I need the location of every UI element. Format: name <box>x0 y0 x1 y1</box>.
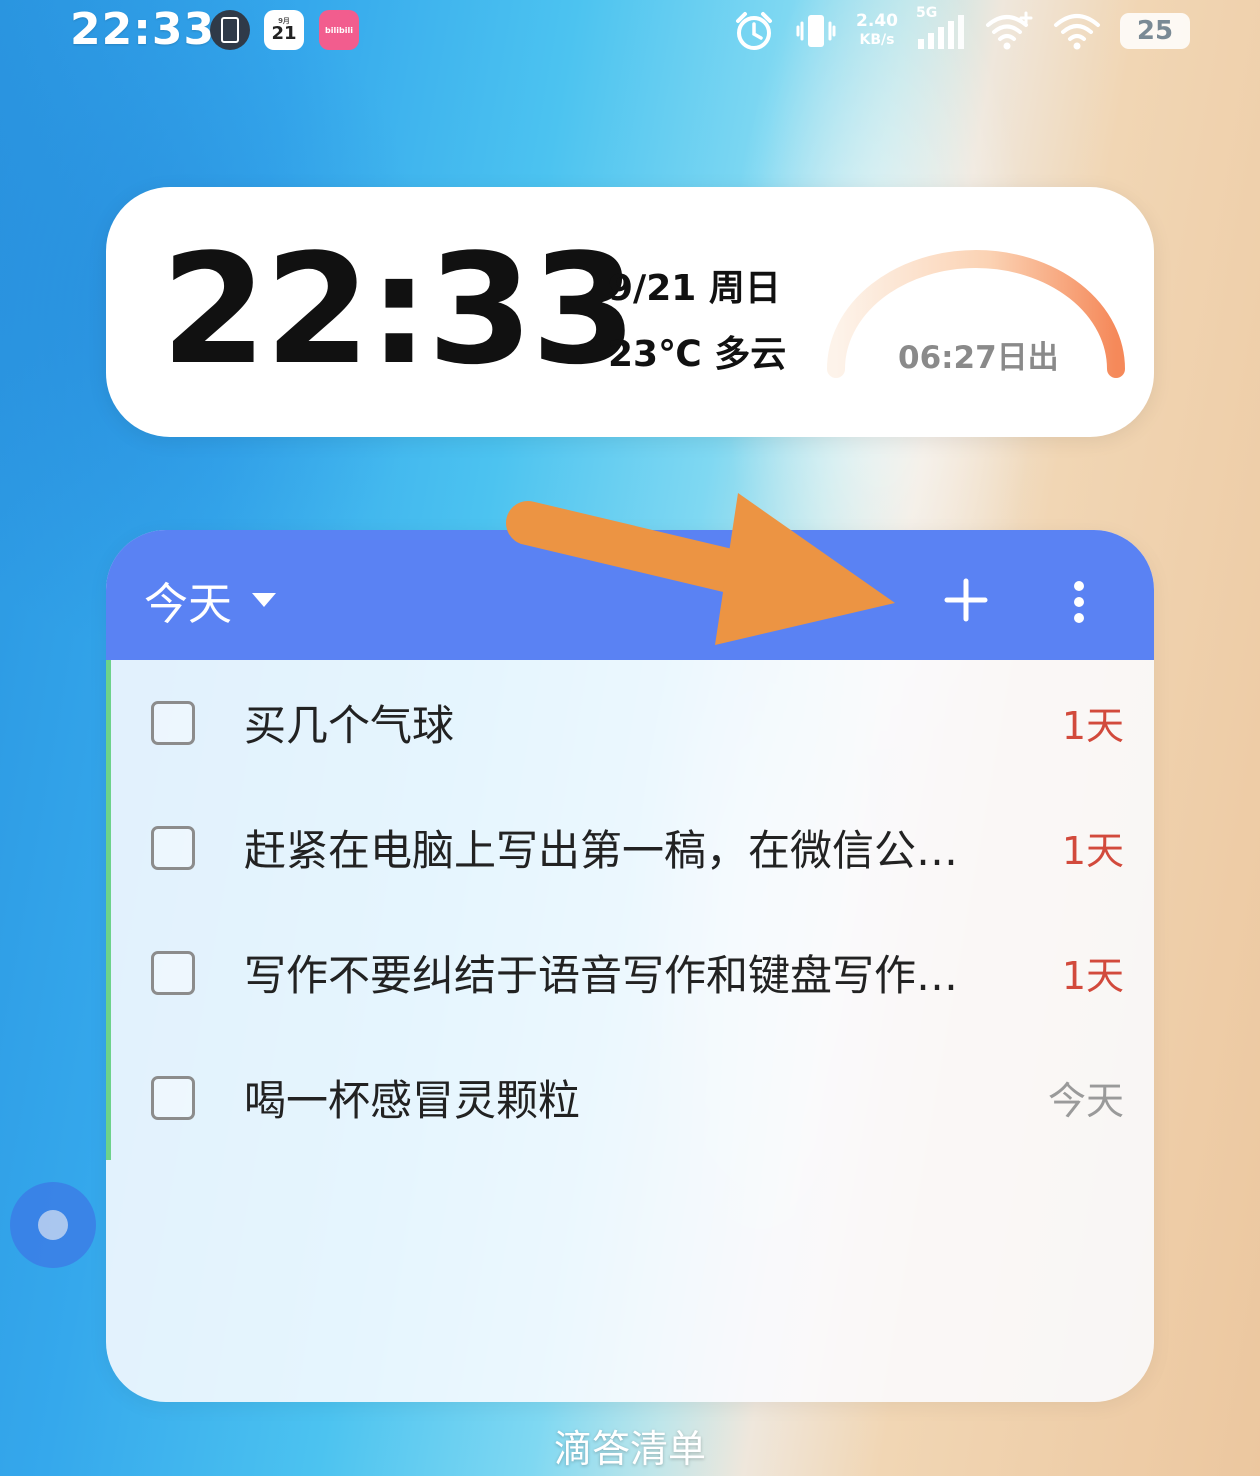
task-due: 1天 <box>1061 829 1124 873</box>
bilibili-logo-text: bilibili <box>325 25 353 35</box>
network-type-label: 5G <box>916 5 938 21</box>
phone-app-notification-icon <box>210 10 250 50</box>
vibrate-icon <box>794 9 838 53</box>
task-checkbox[interactable] <box>151 825 195 870</box>
wifi-icon <box>1052 9 1102 53</box>
network-speed: 2.40 KB/s <box>856 12 898 50</box>
task-title: 赶紧在电脑上写出第一稿，在微信公… <box>244 826 959 875</box>
clock-time: 22:33 <box>161 221 637 398</box>
task-due: 今天 <box>1047 1079 1124 1123</box>
add-task-button[interactable] <box>938 572 994 628</box>
widget-app-label: 滴答清单 <box>553 1427 706 1471</box>
task-row[interactable]: 赶紧在电脑上写出第一稿，在微信公… 1天 <box>106 785 1154 910</box>
bilibili-app-notification-icon: bilibili <box>319 10 359 50</box>
network-speed-value: 2.40 <box>856 11 898 31</box>
network-speed-unit: KB/s <box>859 32 895 48</box>
plus-icon <box>944 578 988 622</box>
alarm-clock-icon <box>732 9 776 53</box>
clock-date: 9/21 周日 <box>608 268 781 309</box>
task-title: 写作不要纠结于语音写作和键盘写作… <box>244 951 959 1000</box>
more-dots-icon <box>1074 581 1084 591</box>
task-title: 喝一杯感冒灵颗粒 <box>244 1076 581 1125</box>
task-checkbox[interactable] <box>151 1075 195 1120</box>
status-icons: 2.40 KB/s 5G 25 <box>732 5 1190 56</box>
task-list: 买几个气球 1天 赶紧在电脑上写出第一稿，在微信公… 1天 写作不要纠结于语音写… <box>106 660 1154 1160</box>
task-row[interactable]: 喝一杯感冒灵颗粒 今天 <box>106 1035 1154 1160</box>
clock-weather: 23℃ 多云 <box>608 334 787 375</box>
more-options-button[interactable] <box>1061 574 1097 630</box>
status-time: 22:33 <box>70 4 216 55</box>
calendar-app-notification-icon: 9月 21 <box>264 10 304 50</box>
dropdown-caret-icon <box>252 593 276 607</box>
todo-widget-header: 今天 <box>106 530 1154 660</box>
list-selector-dropdown[interactable]: 今天 <box>144 568 276 632</box>
wifi-plus-icon <box>984 9 1034 53</box>
task-checkbox[interactable] <box>151 700 195 745</box>
calendar-day: 21 <box>271 23 297 44</box>
sunrise-time: 06:27日出 <box>898 340 1059 376</box>
task-row[interactable]: 写作不要纠结于语音写作和键盘写作… 1天 <box>106 910 1154 1035</box>
task-title: 买几个气球 <box>244 701 455 750</box>
list-name: 今天 <box>144 579 232 630</box>
task-checkbox[interactable] <box>151 950 195 995</box>
task-due: 1天 <box>1061 954 1124 998</box>
battery-indicator: 25 <box>1120 13 1190 49</box>
clock-weather-widget[interactable]: 22:33 9/21 周日 23℃ 多云 06:27日出 <box>106 187 1154 437</box>
todo-widget: 今天 买几个气球 1天 赶紧在电脑上写出第一稿，在微信公… 1天 写作不要纠结于… <box>106 530 1154 1402</box>
floating-assistive-ball[interactable] <box>10 1182 96 1268</box>
task-due: 1天 <box>1061 704 1124 748</box>
cellular-signal-icon: 5G <box>916 5 966 53</box>
task-row[interactable]: 买几个气球 1天 <box>106 660 1154 785</box>
status-bar: 22:33 9月 21 bilibili 2.40 KB/s 5G 25 <box>0 0 1260 62</box>
